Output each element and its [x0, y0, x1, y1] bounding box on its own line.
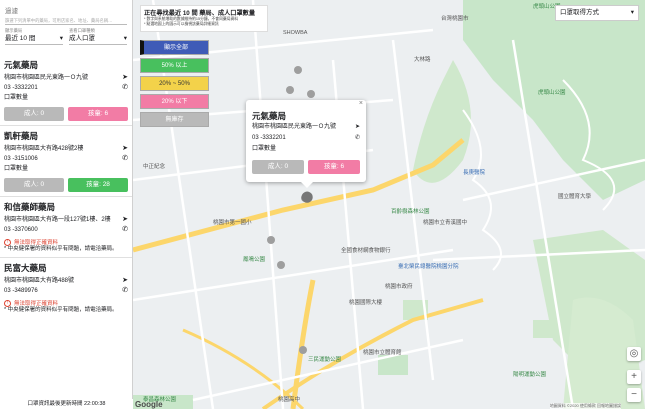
- search-info-line: * 點選地圖上的圖示可以檢視該藥局詳細資訊: [144, 22, 219, 26]
- store-address: 桃園市桃園區大有路488號: [4, 278, 75, 284]
- count-select[interactable]: 顯示藥局 最近 10 間 ▾: [5, 28, 63, 45]
- adult-count: 成人: 0: [4, 107, 64, 121]
- navigate-icon[interactable]: ➤: [122, 215, 128, 225]
- map-terms[interactable]: 地圖資料 ©2020 使用條款 回報地圖錯誤: [549, 403, 621, 409]
- navigate-icon[interactable]: ➤: [122, 276, 128, 286]
- chevron-down-icon: ▾: [59, 35, 63, 42]
- stock-legend: 顯示全部 50% 以上 20% ~ 50% 20% 以下 無庫存: [140, 40, 209, 130]
- warning-text: 無法取得正確資料: [14, 301, 59, 307]
- popup-type: 口罩數量: [252, 146, 277, 152]
- child-count: 孩童: 6: [68, 107, 128, 121]
- store-type: 口罩數量: [4, 95, 29, 101]
- selected-store-marker[interactable]: ⬤: [301, 190, 313, 203]
- popup-address: 桃園市桃園區民光東路一Ｏ九號: [252, 124, 337, 130]
- search-label: 過濾: [5, 8, 18, 15]
- map-label: 陽明運動公園: [513, 372, 547, 378]
- count-select-value: 最近 10 間: [5, 35, 36, 42]
- popup-pointer: [301, 182, 313, 188]
- popup-phone: 03 -3332201: [252, 135, 286, 141]
- popup-child-count: 孩童: 6: [308, 160, 360, 174]
- update-time: 口罩資訊最後更新時間 22:00:38: [0, 399, 133, 409]
- phone-icon[interactable]: ✆: [122, 83, 128, 93]
- map-label: 長庚醫院: [463, 170, 486, 176]
- map-canvas[interactable]: 虎頭山公園 台灣桃園市 大林路 長庚醫院 虎頭山公園 國立體育大學 百齡樹森林公…: [133, 0, 645, 409]
- mask-type-value: 成人口罩: [69, 35, 95, 42]
- warning-text: 無法取得正確資料: [14, 240, 59, 246]
- warning-note: * 中央健保署的資料似乎有問題，請電洽藥局。: [4, 246, 118, 252]
- phone-icon[interactable]: ✆: [355, 133, 360, 144]
- store-popup: × 元氣藥局 桃園市桃園區民光東路一Ｏ九號 ➤ 03 -3332201 ✆ 口罩數量…: [246, 100, 366, 188]
- map-label: 桃園市政府: [385, 284, 413, 290]
- map-label: 百齡樹森林公園: [391, 209, 430, 215]
- phone-icon[interactable]: ✆: [122, 154, 128, 164]
- google-logo: Google: [135, 400, 163, 409]
- map-label: 國立體育大學: [558, 194, 592, 200]
- store-phone: 03 -3370600: [4, 227, 38, 233]
- store-phone: 03 -3151006: [4, 156, 38, 162]
- map-label: 臺北榮民總醫院桃園分院: [398, 264, 459, 270]
- child-count: 孩童: 28: [68, 178, 128, 192]
- navigate-icon[interactable]: ➤: [122, 73, 128, 83]
- mask-type-select[interactable]: 查看口罩種類 成人口罩 ▾: [69, 28, 127, 45]
- store-phone: 03 -3332201: [4, 85, 38, 91]
- store-name: 凱軒藥局: [4, 131, 39, 141]
- zoom-in-button[interactable]: +: [627, 370, 641, 384]
- phone-icon[interactable]: ✆: [122, 225, 128, 235]
- warning-note: * 中央健保署的資料似乎有問題，請電洽藥局。: [4, 307, 118, 313]
- store-type: 口罩數量: [4, 166, 29, 172]
- map-label: 桃園市立體育館: [363, 350, 402, 356]
- filter-50-plus-button[interactable]: 50% 以上: [140, 58, 209, 73]
- map-label: 桃園市立青溪國中: [423, 220, 468, 226]
- map-label: 桃園國際大樓: [349, 300, 383, 306]
- mask-method-select[interactable]: 口罩取得方式 ▾: [555, 5, 639, 21]
- navigate-icon[interactable]: ➤: [122, 144, 128, 154]
- map-label: 三民運動公園: [308, 357, 342, 363]
- popup-store-name: 元氣藥局: [252, 111, 287, 121]
- store-address: 桃園市桃園區民光東路一Ｏ九號: [4, 75, 89, 81]
- store-name: 元氣藥局: [4, 60, 39, 70]
- alert-icon: !: [4, 299, 11, 307]
- navigate-icon[interactable]: ➤: [355, 122, 360, 133]
- alert-icon: !: [4, 238, 11, 246]
- map-label: 桃園市第一國小: [213, 220, 252, 226]
- show-all-button[interactable]: 顯示全部: [140, 40, 209, 55]
- mask-method-value: 口罩取得方式: [560, 9, 599, 16]
- store-address: 桃園市桃園區大有路一段127號1樓、2樓: [4, 217, 111, 223]
- store-card[interactable]: 元氣藥局 桃園市桃園區民光東路一Ｏ九號 ➤ 03 -3332201 ✆ 口罩數量 成…: [0, 55, 132, 126]
- chevron-down-icon: ▾: [630, 9, 634, 16]
- filter-under-20-button[interactable]: 20% 以下: [140, 94, 209, 109]
- map-label: 全國食材網食物銀行: [341, 248, 391, 254]
- store-card[interactable]: 民富大藥局 桃園市桃園區大有路488號 ➤ 03 -3489976 ✆ ! 無法取得正…: [0, 258, 132, 318]
- my-location-button[interactable]: ◎: [627, 347, 641, 361]
- close-icon[interactable]: ×: [359, 100, 363, 107]
- store-name: 民富大藥局: [4, 263, 47, 273]
- map-label: 桃園高中: [278, 397, 301, 403]
- map-label: 虎頭山公園: [538, 90, 566, 96]
- map-label: 鳳鳴公園: [243, 257, 266, 263]
- filter-out-of-stock-button[interactable]: 無庫存: [140, 112, 209, 127]
- map-label: 中正紀念: [143, 164, 166, 170]
- phone-icon[interactable]: ✆: [122, 286, 128, 296]
- store-card[interactable]: 和信藥師藥局 桃園市桃園區大有路一段127號1樓、2樓 ➤ 03 -3370600…: [0, 197, 132, 258]
- map-label: SHOWBA: [283, 30, 308, 36]
- popup-adult-count: 成人: 0: [252, 160, 304, 174]
- map-label: 大林路: [414, 57, 431, 63]
- map-label: 台灣桃園市: [441, 16, 469, 22]
- adult-count: 成人: 0: [4, 178, 64, 192]
- store-card[interactable]: 凱軒藥局 桃園市桃園區大有路428號2樓 ➤ 03 -3151006 ✆ 口罩數量 …: [0, 126, 132, 197]
- search-placeholder: 篩選下列清單中的藥局，可用店家名、地址、藥局名稱…: [5, 18, 113, 23]
- search-input[interactable]: 過濾 篩選下列清單中的藥局，可用店家名、地址、藥局名稱…: [5, 6, 127, 25]
- chevron-down-icon: ▾: [123, 35, 127, 42]
- store-phone: 03 -3489976: [4, 288, 38, 294]
- sidebar: 過濾 篩選下列清單中的藥局，可用店家名、地址、藥局名稱… 顯示藥局 最近 10 …: [0, 0, 133, 409]
- store-address: 桃園市桃園區大有路428號2樓: [4, 146, 84, 152]
- zoom-out-button[interactable]: −: [627, 388, 641, 402]
- search-info-title: 正在尋找最近 10 間 藥局、成人口罩數量: [144, 10, 256, 17]
- store-name: 和信藥師藥局: [4, 202, 56, 212]
- filter-20-50-button[interactable]: 20% ~ 50%: [140, 76, 209, 91]
- search-info-box: 正在尋找最近 10 間 藥局、成人口罩數量 * 數字與系統增助的數據維持約15分…: [140, 5, 268, 32]
